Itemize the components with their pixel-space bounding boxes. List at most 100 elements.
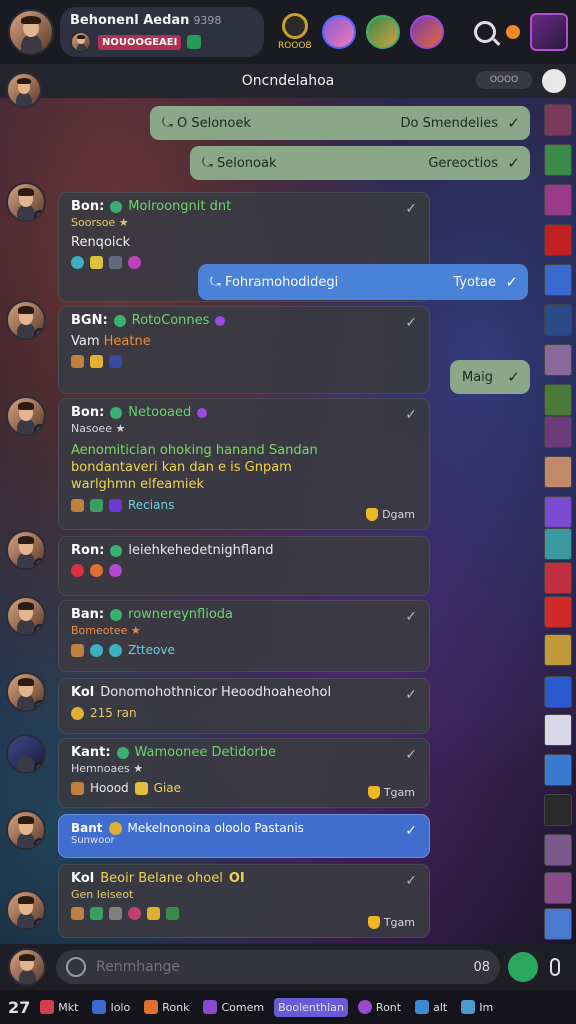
strip-thumbnail[interactable] [544,264,572,296]
emoji-picker-icon[interactable] [66,957,86,977]
emoji-icon [90,643,103,657]
coin-widget[interactable]: ROOOB [278,13,312,51]
strip-thumbnail[interactable] [544,416,572,448]
hero-avatar-3[interactable] [409,15,444,49]
time-badge: Tgam [367,786,415,799]
self-avatar[interactable] [8,948,46,986]
emoji-icon [109,256,122,269]
hero-avatar-1[interactable] [321,15,356,49]
sender-status: Wamoonee Detidorbe [134,745,276,760]
outgoing-message[interactable]: Maig ✓ [450,360,530,394]
incoming-message[interactable]: Ron: leiehkehedetnighfland [58,536,430,596]
emoji-icon [90,355,103,368]
member-avatar[interactable] [6,182,46,222]
nav-item[interactable]: Mkt [36,997,82,1017]
nav-item[interactable]: Ront [354,997,405,1017]
outgoing-message[interactable]: ⤿ Selonoak Gereoctios ✓ [190,146,530,180]
incoming-message[interactable]: Kol Donomohothnicor Heoodhoaheohol 215 r… [58,678,430,734]
time-badge: Dgam [366,508,415,521]
menu-icon[interactable]: 27 [8,998,30,1017]
strip-thumbnail[interactable] [544,304,572,336]
strip-thumbnail[interactable] [544,834,572,866]
member-avatar[interactable] [6,890,46,930]
online-icon [116,746,129,759]
nav-item[interactable]: Im [457,997,497,1017]
message-input-container[interactable]: 08 [56,950,500,984]
strip-thumbnail[interactable] [544,908,572,940]
nav-item[interactable]: Comem [199,997,268,1017]
message-input[interactable] [96,959,474,975]
message-value: Heatne [103,334,151,349]
outgoing-message[interactable]: ⤿ Fohramohodidegi Tyotae ✓ [198,264,528,300]
strip-thumbnail[interactable] [544,384,572,416]
member-avatar[interactable] [6,596,46,636]
strip-thumbnail[interactable] [544,184,572,216]
emoji-icon [90,907,103,920]
message-text: O Selonoek [176,115,251,131]
strip-thumbnail[interactable] [544,754,572,786]
strip-thumbnail[interactable] [544,224,572,256]
strip-thumbnail[interactable] [544,496,572,528]
message-sub: Sunwoor [71,835,115,846]
hero-avatar-2[interactable] [365,15,400,49]
nav-item[interactable]: Ronk [140,997,193,1017]
strip-thumbnail[interactable] [544,104,572,136]
incoming-message-highlighted[interactable]: Bant Mekelnonoina oloolo Pastanis Sunwoo… [58,814,430,858]
emoji-icon [109,643,122,657]
strip-thumbnail[interactable] [544,634,572,666]
strip-thumbnail[interactable] [544,714,572,746]
user-status-card[interactable]: Behonenl Aedan 9398 NOUOOGEAEI [60,7,264,57]
profile-icon[interactable] [542,69,566,93]
member-avatar[interactable] [6,300,46,340]
clock-icon [71,706,84,720]
emoji-row [71,564,417,577]
member-avatar[interactable] [6,672,46,712]
strip-thumbnail[interactable] [544,344,572,376]
member-avatar[interactable] [6,396,46,436]
strip-thumbnail[interactable] [544,562,572,594]
message-text: Selonoak [216,155,277,171]
nav-label: Ronk [162,1000,190,1014]
strip-thumbnail[interactable] [544,676,572,708]
shield-icon [366,508,379,521]
microphone-icon[interactable] [550,958,560,976]
member-avatar[interactable] [6,530,46,570]
member-avatar[interactable] [6,734,46,774]
emoji-icon [166,907,179,920]
sender-status: Molroongnit dnt [128,199,232,214]
nav-item[interactable]: Iolo [88,997,134,1017]
emoji-label: Recians [128,498,175,512]
incoming-message[interactable]: Bon: Netooaed Nasoee ★ Aenomitician ohok… [58,398,430,530]
gem-icon [197,407,208,418]
game-thumbnail[interactable] [530,13,568,51]
nav-item-active[interactable]: Boolenthlan [274,997,348,1017]
coin-icon [281,13,308,39]
online-icon [113,314,126,327]
incoming-message[interactable]: Kol Beoir Belane ohoel OI Gen Ieiseot ✓ … [58,864,430,938]
sender-name: Ban: [71,607,105,622]
member-avatar[interactable] [6,72,42,108]
incoming-message[interactable]: Ban: rownereynflioda Bomeotee ★ Ztteove … [58,600,430,672]
strip-thumbnail[interactable] [544,456,572,488]
header-pill[interactable]: OOOO [476,71,532,89]
strip-thumbnail[interactable] [544,872,572,904]
send-button[interactable] [508,952,538,982]
nav-item[interactable]: alt [411,997,451,1017]
sender-rank: Bomeotee ★ [71,624,141,637]
outgoing-message[interactable]: ⤿ O Selonoek Do Smendelies ✓ [150,106,530,140]
user-avatar[interactable] [8,9,54,55]
incoming-message[interactable]: BGN: RotoConnes Vam Heatne ✓ [58,306,430,394]
strip-thumbnail[interactable] [544,794,572,826]
strip-thumbnail[interactable] [544,596,572,628]
gem-icon[interactable] [506,25,520,39]
emoji-label: Ztteove [128,643,175,657]
search-icon[interactable] [474,21,496,43]
incoming-message[interactable]: Kant: Wamoonee Detidorbe Hemnoaes ★ Hooo… [58,738,430,808]
sender-status: RotoConnes [131,313,210,328]
member-avatar[interactable] [6,810,46,850]
strip-thumbnail[interactable] [544,144,572,176]
strip-thumbnail[interactable] [544,528,572,560]
online-icon [110,406,123,419]
message-text: warlghmn elfeamiek [71,477,205,492]
emoji-icon [109,564,122,577]
